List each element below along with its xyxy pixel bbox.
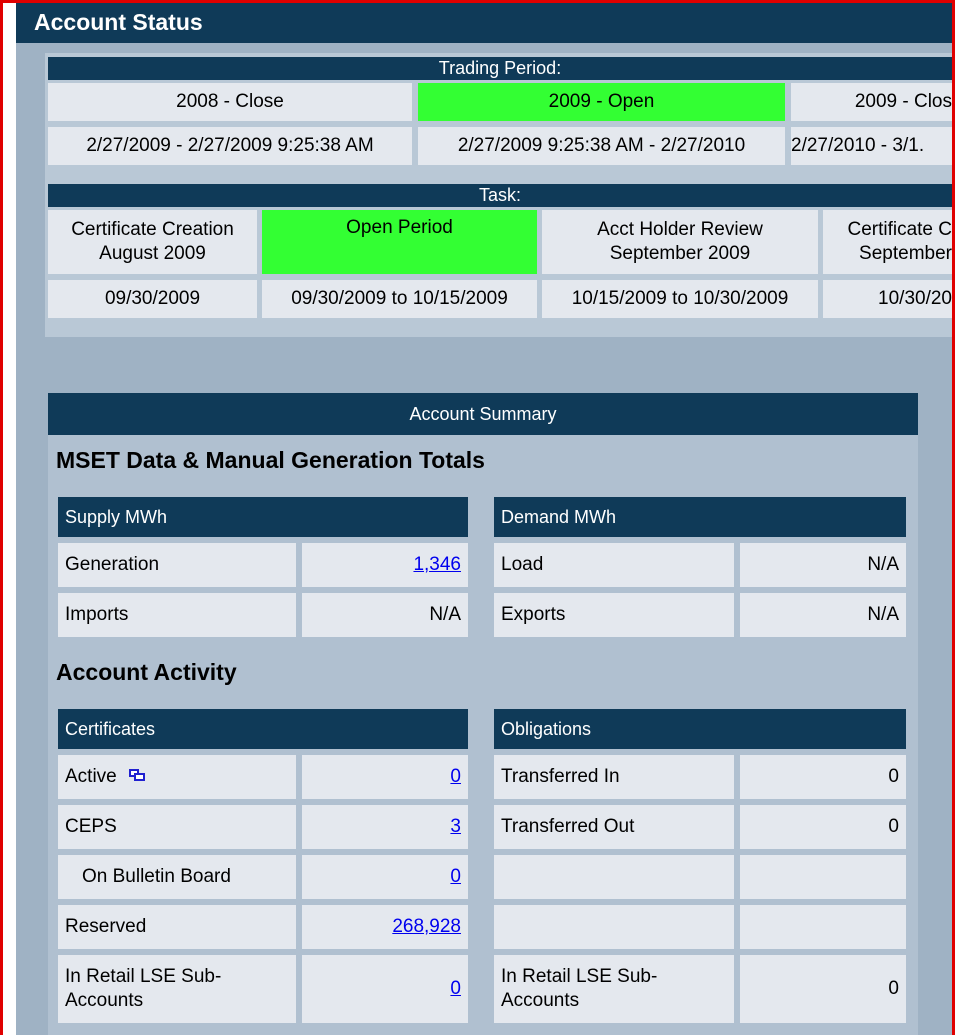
task-certificate-creation: Certificate Creation August 2009	[48, 210, 257, 274]
retail-lse-obligations-value: 0	[740, 955, 906, 1023]
generation-link[interactable]: 1,346	[413, 553, 461, 577]
account-status-panel: Account Status Trading Period: 2008 - Cl…	[16, 3, 952, 1035]
task-name: Certificate Creation	[71, 219, 234, 240]
active-label-cell: Active	[58, 755, 296, 799]
exports-label: Exports	[494, 593, 734, 637]
task-header: Task:	[48, 184, 952, 207]
page-title: Account Status	[34, 9, 203, 35]
transferred-in-label: Transferred In	[494, 755, 734, 799]
reserved-label: Reserved	[58, 905, 296, 949]
active-value: 0	[302, 755, 468, 799]
exports-value: N/A	[740, 593, 906, 637]
ceps-link[interactable]: 3	[450, 815, 461, 839]
empty-obligation-label	[494, 855, 734, 899]
bulletin-board-link[interactable]: 0	[450, 865, 461, 889]
task-dates-open-period: 09/30/2009 to 10/15/2009	[262, 280, 537, 318]
account-summary-panel: Account Summary MSET Data & Manual Gener…	[48, 393, 918, 1035]
active-label: Active	[65, 766, 117, 787]
trading-period-dates-2010: 2/27/2010 - 3/1.	[791, 127, 952, 165]
ceps-value: 3	[302, 805, 468, 849]
period-band: Trading Period: 2008 - Close 2009 - Open…	[45, 53, 952, 337]
task-month: August 2009	[99, 243, 206, 264]
retail-lse-obligations-label: In Retail LSE Sub-Accounts	[494, 955, 734, 1023]
retail-lse-certificates-value: 0	[302, 955, 468, 1023]
transferred-in-value: 0	[740, 755, 906, 799]
trading-period-dates-2008: 2/27/2009 - 2/27/2009 9:25:38 AM	[48, 127, 412, 165]
empty-obligation-label	[494, 905, 734, 949]
title-bar: Account Status	[16, 3, 952, 43]
ceps-label: CEPS	[58, 805, 296, 849]
bulletin-board-label: On Bulletin Board	[58, 855, 296, 899]
account-summary-header: Account Summary	[48, 393, 918, 435]
generation-value: 1,346	[302, 543, 468, 587]
certificates-header: Certificates	[58, 709, 468, 749]
task-acct-holder-review: Acct Holder Review September 2009	[542, 210, 818, 274]
task-certificate-cancel: Certificate C September	[823, 210, 952, 274]
empty-obligation-value	[740, 905, 906, 949]
task-name: Open Period	[346, 217, 453, 238]
demand-header: Demand MWh	[494, 497, 906, 537]
empty-obligation-value	[740, 855, 906, 899]
trading-period-header: Trading Period:	[48, 57, 952, 80]
group-windows-icon[interactable]	[128, 769, 145, 781]
task-dates-acct-holder-review: 10/15/2009 to 10/30/2009	[542, 280, 818, 318]
task-dates-certificate-creation: 09/30/2009	[48, 280, 257, 318]
task-month: September 2009	[609, 243, 751, 264]
imports-label: Imports	[58, 593, 296, 637]
load-value: N/A	[740, 543, 906, 587]
reserved-value: 268,928	[302, 905, 468, 949]
task-name: Acct Holder Review	[597, 219, 763, 240]
supply-header: Supply MWh	[58, 497, 468, 537]
trading-period-2009-close: 2009 - Clos	[791, 83, 952, 121]
task-name: Certificate C	[847, 219, 952, 240]
reserved-link[interactable]: 268,928	[392, 915, 461, 939]
obligations-header: Obligations	[494, 709, 906, 749]
transferred-out-value: 0	[740, 805, 906, 849]
bulletin-board-value: 0	[302, 855, 468, 899]
load-label: Load	[494, 543, 734, 587]
transferred-out-label: Transferred Out	[494, 805, 734, 849]
task-open-period: Open Period	[262, 210, 537, 274]
retail-lse-certificates-link[interactable]: 0	[450, 977, 461, 1001]
mset-section-title: MSET Data & Manual Generation Totals	[56, 447, 485, 473]
imports-value: N/A	[302, 593, 468, 637]
trading-period-dates-2009: 2/27/2009 9:25:38 AM - 2/27/2010	[418, 127, 785, 165]
active-link[interactable]: 0	[450, 765, 461, 789]
trading-period-2008-close: 2008 - Close	[48, 83, 412, 121]
account-activity-title: Account Activity	[56, 659, 237, 685]
task-dates-certificate-cancel: 10/30/20	[823, 280, 952, 318]
task-month: September	[859, 243, 952, 264]
generation-label: Generation	[58, 543, 296, 587]
trading-period-2009-open: 2009 - Open	[418, 83, 785, 121]
retail-lse-certificates-label: In Retail LSE Sub-Accounts	[58, 955, 296, 1023]
